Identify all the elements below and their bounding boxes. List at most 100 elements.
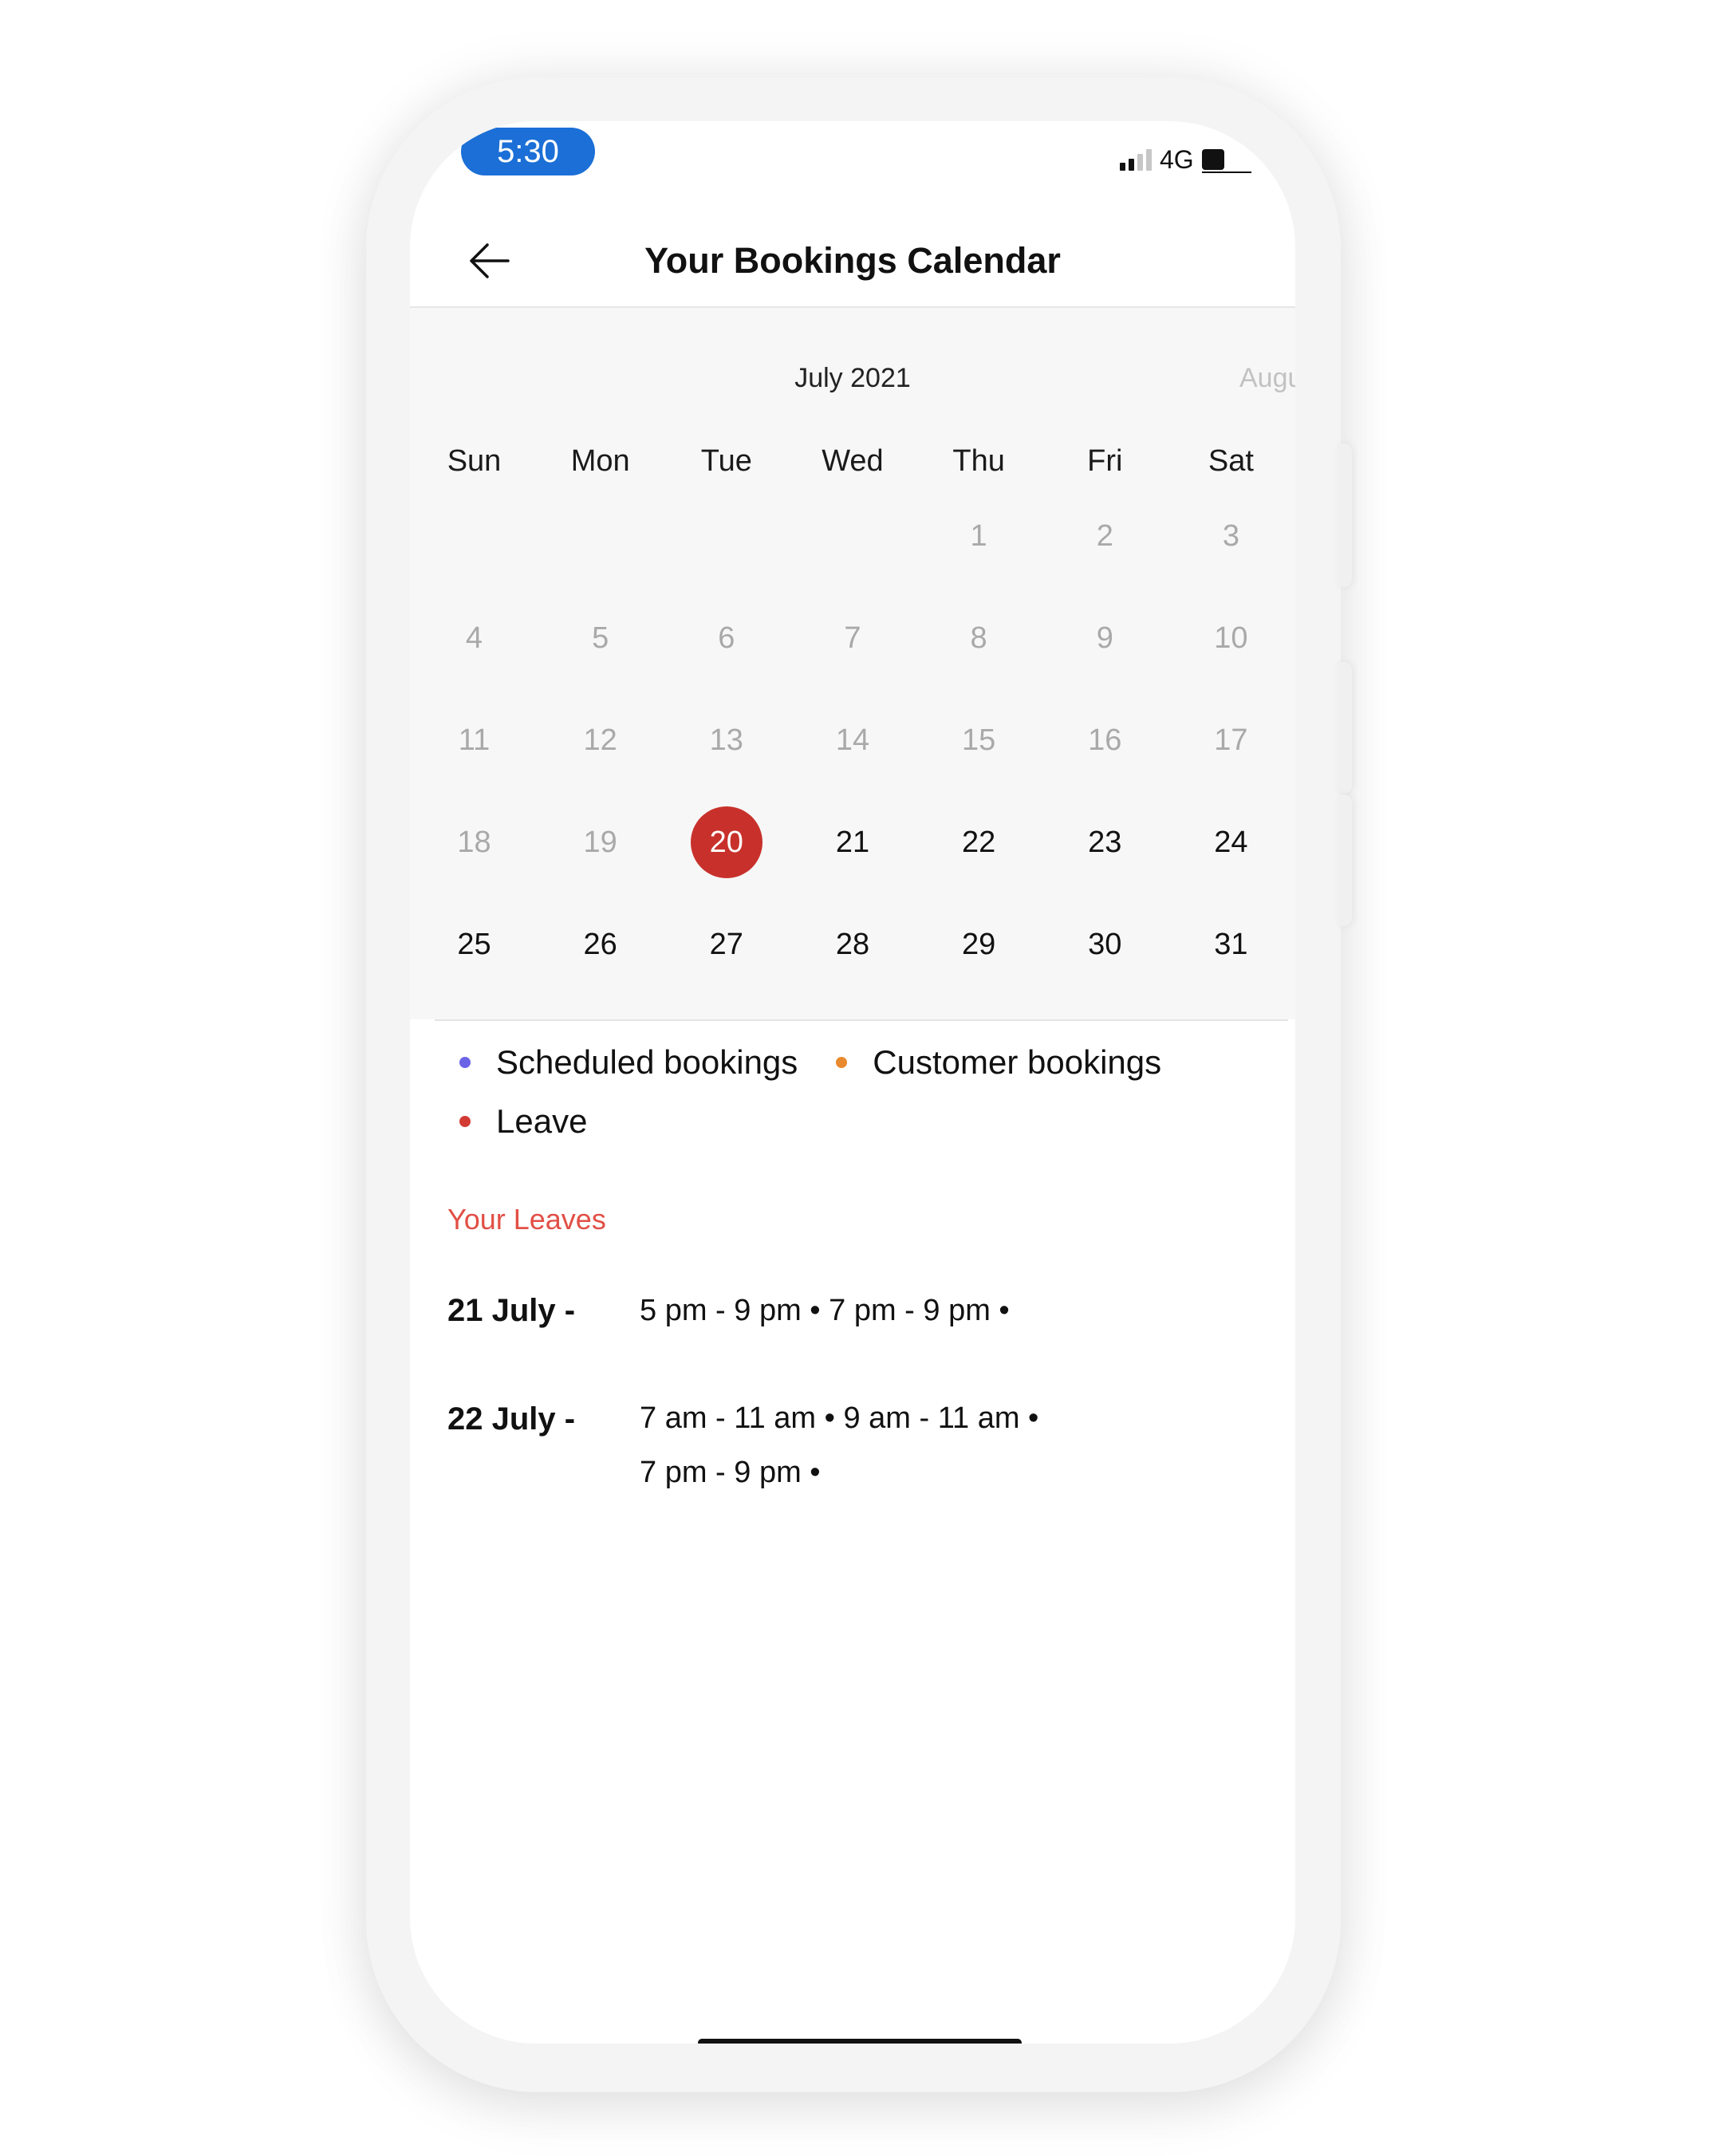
calendar-day[interactable]: 31 bbox=[1184, 909, 1279, 980]
day-number: 19 bbox=[583, 826, 617, 859]
calendar-day[interactable]: 2 bbox=[1058, 500, 1153, 572]
day-number: 14 bbox=[835, 723, 870, 757]
calendar-day[interactable]: 14 bbox=[805, 704, 900, 776]
day-number: 30 bbox=[1088, 928, 1122, 961]
calendar-day[interactable]: 28 bbox=[805, 909, 900, 980]
calendar-day[interactable]: 4 bbox=[427, 602, 522, 674]
calendar-day[interactable]: 27 bbox=[679, 909, 774, 980]
calendar-week-row: 25 26 27 28 29 30 31 bbox=[410, 909, 1295, 980]
calendar-day[interactable]: 10 bbox=[1184, 602, 1279, 674]
calendar-day[interactable]: 29 bbox=[932, 909, 1026, 980]
leaves-heading: Your Leaves bbox=[447, 1203, 606, 1236]
side-button-middle bbox=[1338, 662, 1352, 794]
day-number: 20 bbox=[690, 806, 762, 878]
calendar-day[interactable]: 8 bbox=[932, 602, 1026, 674]
calendar-day-empty bbox=[805, 500, 900, 572]
calendar-day[interactable]: 24 bbox=[1184, 806, 1279, 878]
status-time: 5:30 bbox=[461, 128, 595, 175]
calendar-day[interactable]: 19 bbox=[553, 806, 648, 878]
weekday-tue: Tue bbox=[700, 444, 752, 478]
day-number: 31 bbox=[1214, 928, 1248, 961]
calendar-day[interactable]: 16 bbox=[1058, 704, 1153, 776]
calendar-week-row: 1 2 3 bbox=[410, 500, 1295, 572]
side-button-upper bbox=[1338, 443, 1352, 587]
calendar-day[interactable]: 9 bbox=[1058, 602, 1153, 674]
calendar-day[interactable]: 22 bbox=[932, 806, 1026, 878]
legend-customer-label: Customer bookings bbox=[873, 1043, 1162, 1081]
weekday-mon: Mon bbox=[570, 444, 630, 478]
calendar-day[interactable]: 5 bbox=[553, 602, 648, 674]
side-button-lower bbox=[1338, 794, 1352, 926]
day-number: 16 bbox=[1088, 723, 1122, 757]
next-month-label[interactable]: Augu bbox=[1239, 361, 1295, 396]
weekday-sat: Sat bbox=[1208, 444, 1254, 478]
weekday-fri: Fri bbox=[1087, 444, 1123, 478]
calendar-day[interactable]: 23 bbox=[1058, 806, 1153, 878]
page-title: Your Bookings Calendar bbox=[644, 240, 1061, 281]
weekday-sun: Sun bbox=[447, 444, 502, 478]
day-number: 11 bbox=[458, 723, 491, 757]
leave-times-line: 5 pm - 9 pm • 7 pm - 9 pm • bbox=[640, 1294, 1010, 1327]
calendar-day[interactable]: 13 bbox=[679, 704, 774, 776]
calendar-day[interactable]: 11 bbox=[427, 704, 522, 776]
day-number: 26 bbox=[583, 928, 617, 961]
day-number: 7 bbox=[844, 621, 861, 655]
leave-date: 21 July - bbox=[447, 1293, 576, 1328]
calendar-day-empty bbox=[427, 500, 522, 572]
phone-screen: 5:30 4G Your Bookings Calendar July 2021… bbox=[410, 121, 1295, 2044]
day-number: 10 bbox=[1214, 621, 1248, 655]
calendar-day[interactable]: 30 bbox=[1058, 909, 1153, 980]
calendar-divider bbox=[435, 1019, 1288, 1021]
day-number: 6 bbox=[718, 621, 735, 655]
calendar-day[interactable]: 3 bbox=[1184, 500, 1279, 572]
calendar-day[interactable]: 21 bbox=[805, 806, 900, 878]
calendar-week-row: 18 19 20 21 22 23 24 bbox=[410, 806, 1295, 878]
calendar-day[interactable]: 6 bbox=[679, 602, 774, 674]
leave-date: 22 July - bbox=[447, 1401, 576, 1437]
calendar-day[interactable]: 1 bbox=[932, 500, 1026, 572]
calendar-day[interactable]: 7 bbox=[805, 602, 900, 674]
calendar-day-selected[interactable]: 20 bbox=[679, 806, 774, 878]
calendar-day-empty bbox=[679, 500, 774, 572]
network-label: 4G bbox=[1160, 145, 1194, 174]
leave-dot-icon bbox=[459, 1116, 471, 1127]
day-number: 12 bbox=[583, 723, 617, 757]
calendar-day[interactable]: 25 bbox=[427, 909, 522, 980]
day-number: 18 bbox=[457, 826, 491, 859]
day-number: 15 bbox=[961, 723, 996, 757]
day-number: 4 bbox=[465, 621, 483, 655]
day-number: 3 bbox=[1222, 519, 1239, 553]
calendar-day[interactable]: 26 bbox=[553, 909, 648, 980]
day-number: 2 bbox=[1096, 519, 1113, 553]
leave-times-line: 7 pm - 9 pm • bbox=[640, 1456, 821, 1489]
day-number: 29 bbox=[961, 928, 996, 961]
day-number: 9 bbox=[1096, 621, 1113, 655]
calendar-day-empty bbox=[553, 500, 648, 572]
day-number: 8 bbox=[970, 621, 987, 655]
calendar-day[interactable]: 12 bbox=[553, 704, 648, 776]
customer-dot-icon bbox=[836, 1057, 848, 1068]
status-indicators: 4G bbox=[1120, 144, 1251, 175]
day-number: 23 bbox=[1088, 826, 1122, 859]
battery-icon bbox=[1201, 148, 1251, 173]
month-label: July 2021 bbox=[794, 363, 911, 393]
calendar-day[interactable]: 18 bbox=[427, 806, 522, 878]
calendar-day[interactable]: 15 bbox=[932, 704, 1026, 776]
legend-scheduled-label: Scheduled bookings bbox=[496, 1043, 798, 1081]
day-number: 25 bbox=[457, 928, 491, 961]
day-number: 5 bbox=[592, 621, 609, 655]
day-number: 17 bbox=[1214, 723, 1248, 757]
calendar-day[interactable]: 17 bbox=[1184, 704, 1279, 776]
scheduled-dot-icon bbox=[459, 1057, 471, 1068]
day-number: 27 bbox=[709, 928, 743, 961]
calendar-week-row: 4 5 6 7 8 9 10 bbox=[410, 602, 1295, 674]
day-number: 1 bbox=[970, 519, 987, 553]
weekday-header: Sun Mon Tue Wed Thu Fri Sat bbox=[410, 440, 1295, 482]
calendar-week-row: 11 12 13 14 15 16 17 bbox=[410, 704, 1295, 776]
legend-row-2: Leave bbox=[459, 1099, 587, 1144]
home-indicator[interactable] bbox=[698, 2039, 1022, 2044]
day-number: 13 bbox=[709, 723, 743, 757]
day-number: 22 bbox=[961, 826, 996, 859]
legend-leave-label: Leave bbox=[496, 1102, 588, 1140]
day-number: 21 bbox=[835, 826, 870, 859]
